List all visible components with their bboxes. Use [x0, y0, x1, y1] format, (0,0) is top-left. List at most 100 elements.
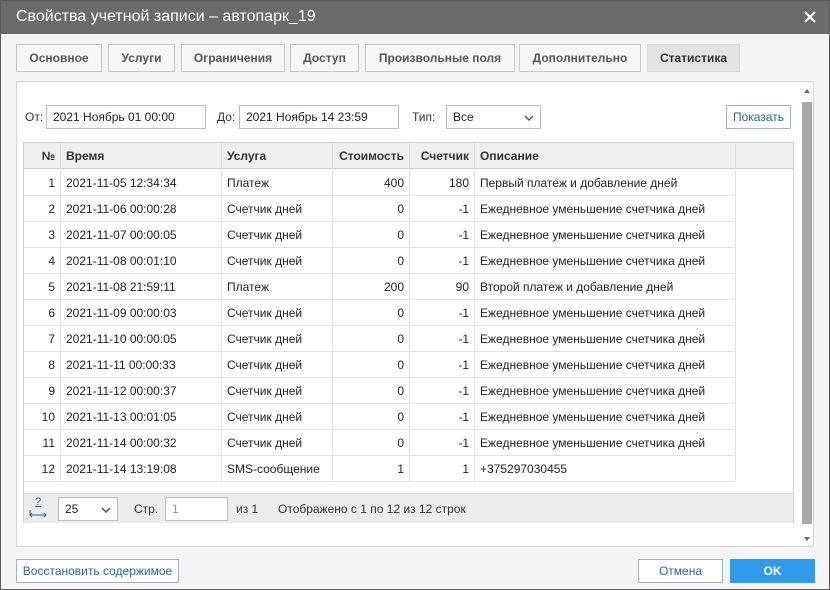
- column-header-description[interactable]: Описание: [475, 143, 736, 169]
- cell-description: Ежедневное уменьшение счетчика дней: [475, 196, 736, 222]
- cell-time: 2021-11-08 00:01:10: [61, 248, 222, 274]
- cell-description: Ежедневное уменьшение счетчика дней: [475, 222, 736, 248]
- cell-number: 4: [24, 248, 61, 274]
- title-bar: Свойства учетной записи – автопарк_19: [1, 1, 829, 34]
- tab-main[interactable]: Основное: [16, 44, 102, 72]
- page-label: Стр.: [134, 502, 159, 516]
- cell-number: 10: [24, 404, 61, 430]
- cell-cost: 0: [333, 326, 410, 352]
- cell-time: 2021-11-10 00:00:05: [61, 326, 222, 352]
- cell-service: Счетчик дней: [222, 430, 333, 456]
- table-row[interactable]: 9 2021-11-12 00:00:37 Счетчик дней 0 -1 Ежедн…: [24, 378, 736, 404]
- page-size-select[interactable]: 25: [58, 497, 118, 521]
- chevron-down-icon: [524, 115, 534, 122]
- table-row[interactable]: 4 2021-11-08 00:01:10 Счетчик дней 0 -1 Ежедн…: [24, 248, 736, 274]
- table-row[interactable]: 2 2021-11-06 00:00:28 Счетчик дней 0 -1 Ежедн…: [24, 196, 736, 222]
- table-row[interactable]: 3 2021-11-07 00:00:05 Счетчик дней 0 -1 Ежедн…: [24, 222, 736, 248]
- cell-number: 1: [24, 170, 61, 196]
- cell-description: Ежедневное уменьшение счетчика дней: [475, 352, 736, 378]
- cell-time: 2021-11-06 00:00:28: [61, 196, 222, 222]
- cell-counter: -1: [410, 352, 475, 378]
- cell-counter: -1: [410, 196, 475, 222]
- table-row[interactable]: 12 2021-11-14 13:19:08 SMS-сообщение 1 1 +375…: [24, 456, 736, 482]
- cell-service: Счетчик дней: [222, 196, 333, 222]
- account-properties-dialog: Свойства учетной записи – автопарк_19 Ос…: [0, 0, 830, 590]
- cell-number: 6: [24, 300, 61, 326]
- table-row[interactable]: 5 2021-11-08 21:59:11 Платеж 200 90 Второй пл…: [24, 274, 736, 300]
- cell-cost: 0: [333, 404, 410, 430]
- tab-restrictions[interactable]: Ограничения: [181, 44, 285, 72]
- cell-time: 2021-11-09 00:00:03: [61, 300, 222, 326]
- scrollbar-thumb[interactable]: [802, 102, 812, 524]
- cell-number: 12: [24, 456, 61, 482]
- cell-service: Счетчик дней: [222, 326, 333, 352]
- statistics-panel: От: 2021 Ноябрь 01 00:00 До: 2021 Ноябрь…: [16, 81, 814, 547]
- table-row[interactable]: 10 2021-11-13 00:01:05 Счетчик дней 0 -1 Ежед…: [24, 404, 736, 430]
- cell-number: 5: [24, 274, 61, 300]
- type-label: Тип:: [412, 110, 436, 124]
- tab-statistics[interactable]: Статистика: [647, 44, 740, 72]
- cell-cost: 0: [333, 352, 410, 378]
- cell-service: Счетчик дней: [222, 248, 333, 274]
- type-select-value: Все: [453, 110, 474, 124]
- to-label: До:: [217, 110, 236, 124]
- table-row[interactable]: 7 2021-11-10 00:00:05 Счетчик дней 0 -1 Ежедн…: [24, 326, 736, 352]
- type-select[interactable]: Все: [446, 105, 541, 129]
- cell-time: 2021-11-13 00:01:05: [61, 404, 222, 430]
- cell-cost: 0: [333, 378, 410, 404]
- table-row[interactable]: 11 2021-11-14 00:00:32 Счетчик дней 0 -1 Ежед…: [24, 430, 736, 456]
- to-date-input[interactable]: 2021 Ноябрь 14 23:59: [239, 105, 399, 129]
- cell-description: Ежедневное уменьшение счетчика дней: [475, 300, 736, 326]
- pagination-bar: ? 25 Стр. 1 из 1 Отображено с 1 по 12 из…: [24, 493, 793, 523]
- tab-services[interactable]: Услуги: [108, 44, 175, 72]
- tab-advanced[interactable]: Дополнительно: [519, 44, 641, 72]
- cell-cost: 0: [333, 430, 410, 456]
- cell-cost: 200: [333, 274, 410, 300]
- cell-description: Ежедневное уменьшение счетчика дней: [475, 326, 736, 352]
- column-header-counter[interactable]: Счетчик: [410, 143, 475, 169]
- cell-number: 9: [24, 378, 61, 404]
- cell-time: 2021-11-12 00:00:37: [61, 378, 222, 404]
- cell-cost: 0: [333, 300, 410, 326]
- page-number-input[interactable]: 1: [165, 497, 228, 521]
- cell-counter: -1: [410, 326, 475, 352]
- cell-service: Счетчик дней: [222, 352, 333, 378]
- cell-time: 2021-11-07 00:00:05: [61, 222, 222, 248]
- column-header-service[interactable]: Услуга: [222, 143, 333, 169]
- column-header-number[interactable]: №: [24, 143, 61, 169]
- cell-cost: 400: [333, 170, 410, 196]
- scroll-up-icon[interactable]: [803, 87, 811, 95]
- column-header-time[interactable]: Время: [61, 143, 222, 169]
- cell-cost: 1: [333, 456, 410, 482]
- cell-service: Счетчик дней: [222, 404, 333, 430]
- resize-help-icon[interactable]: ?: [29, 496, 47, 518]
- cell-description: Второй платеж и добавление дней: [475, 274, 736, 300]
- cancel-button[interactable]: Отмена: [638, 559, 723, 583]
- tab-access[interactable]: Доступ: [290, 44, 359, 72]
- cell-service: Счетчик дней: [222, 300, 333, 326]
- table-row[interactable]: 1 2021-11-05 12:34:34 Платеж 400 180 Первый п…: [24, 170, 736, 196]
- cell-counter: 90: [410, 274, 475, 300]
- ok-button[interactable]: OK: [730, 559, 815, 583]
- scroll-down-icon[interactable]: [803, 535, 811, 543]
- from-date-input[interactable]: 2021 Ноябрь 01 00:00: [46, 105, 206, 129]
- table-row[interactable]: 8 2021-11-11 00:00:33 Счетчик дней 0 -1 Ежедн…: [24, 352, 736, 378]
- close-icon[interactable]: [801, 8, 819, 26]
- table-row[interactable]: 6 2021-11-09 00:00:03 Счетчик дней 0 -1 Ежедн…: [24, 300, 736, 326]
- show-button[interactable]: Показать: [726, 105, 791, 129]
- page-size-value: 25: [65, 502, 79, 516]
- cell-counter: -1: [410, 222, 475, 248]
- column-header-cost[interactable]: Стоимость: [333, 143, 410, 169]
- cell-time: 2021-11-11 00:00:33: [61, 352, 222, 378]
- cell-number: 2: [24, 196, 61, 222]
- cell-description: Ежедневное уменьшение счетчика дней: [475, 404, 736, 430]
- cell-time: 2021-11-05 12:34:34: [61, 170, 222, 196]
- restore-content-button[interactable]: Восстановить содержимое: [16, 559, 179, 583]
- tab-custom-fields[interactable]: Произвольные поля: [365, 44, 515, 72]
- cell-service: Счетчик дней: [222, 378, 333, 404]
- cell-description: Ежедневное уменьшение счетчика дней: [475, 248, 736, 274]
- dialog-title: Свойства учетной записи – автопарк_19: [16, 8, 316, 25]
- cell-time: 2021-11-14 00:00:32: [61, 430, 222, 456]
- cell-cost: 0: [333, 248, 410, 274]
- vertical-scrollbar[interactable]: [801, 82, 813, 546]
